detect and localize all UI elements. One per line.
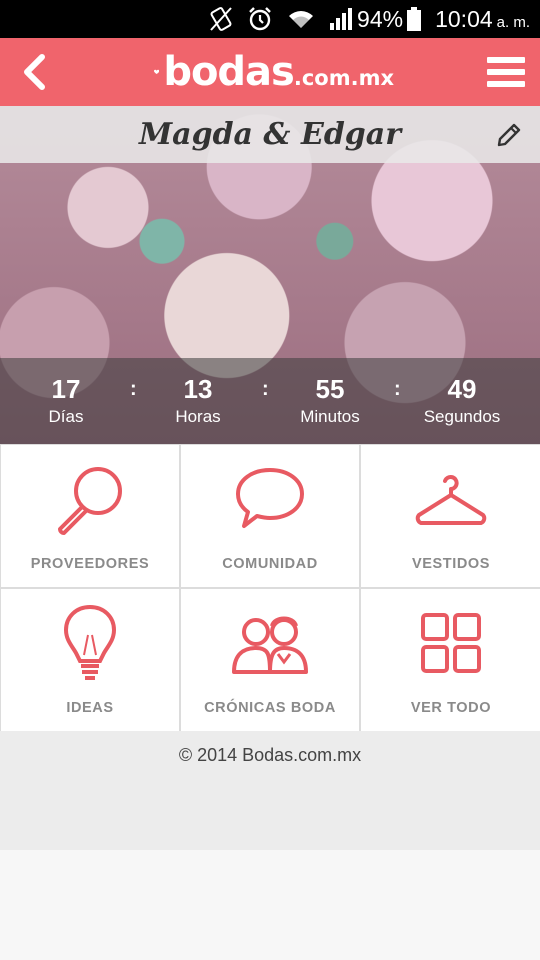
battery-icon — [407, 7, 422, 31]
chevron-left-icon — [24, 54, 45, 90]
tile-label: CRÓNICAS BODA — [204, 700, 336, 716]
wifi-icon — [287, 8, 315, 30]
lightbulb-icon — [45, 603, 135, 683]
hero-photo: Magda & Edgar 17 Días : 13 Horas : 55 Mi… — [0, 106, 540, 444]
brand-logo[interactable]: bodas .com.mx — [154, 42, 394, 102]
countdown-days: 17 Días — [0, 373, 132, 429]
section-grid: PROVEEDORES COMUNIDAD VESTIDOS IDEAS CRÓ… — [0, 444, 540, 731]
couple-name: Magda & Edgar — [138, 117, 402, 152]
heart-logo-icon — [154, 69, 160, 75]
tile-cronicas-boda[interactable]: CRÓNICAS BODA — [181, 589, 359, 731]
tile-label: VER TODO — [410, 700, 492, 716]
countdown-label: Días — [48, 407, 84, 426]
edit-button[interactable] — [492, 118, 526, 152]
logo-suffix: .com.mx — [293, 66, 394, 90]
tile-proveedores[interactable]: PROVEEDORES — [1, 445, 179, 587]
blank-area — [0, 850, 540, 960]
tile-ideas[interactable]: IDEAS — [1, 589, 179, 731]
countdown-value: 17 — [51, 374, 81, 404]
menu-button[interactable] — [480, 46, 532, 98]
tile-label: COMUNIDAD — [222, 556, 318, 572]
countdown-value: 13 — [183, 374, 213, 404]
status-bar: 94% 10:04 a. m. — [0, 0, 540, 38]
pencil-icon — [497, 123, 521, 147]
magnifier-icon — [45, 459, 135, 539]
footer: © 2014 Bodas.com.mx — [0, 731, 540, 850]
clock-ampm: a. m. — [496, 13, 530, 31]
app-header: bodas .com.mx — [0, 38, 540, 106]
vibrate-icon — [209, 6, 233, 32]
countdown-label: Horas — [175, 407, 221, 426]
countdown-minutes: 55 Minutos — [264, 373, 396, 429]
back-button[interactable] — [8, 46, 60, 98]
countdown-label: Segundos — [423, 407, 501, 426]
logo-word: bodas — [163, 49, 295, 95]
battery-percent: 94% — [357, 5, 404, 32]
tile-comunidad[interactable]: COMUNIDAD — [181, 445, 359, 587]
signal-icon — [329, 8, 353, 30]
hanger-icon — [406, 459, 496, 539]
app-screen: 94% 10:04 a. m. bodas .com.mx Magda & Ed… — [0, 0, 540, 960]
hamburger-menu-icon — [487, 57, 525, 87]
tile-ver-todo[interactable]: VER TODO — [361, 589, 540, 731]
clock-time: 10:04 — [435, 5, 493, 32]
tile-vestidos[interactable]: VESTIDOS — [361, 445, 540, 587]
couple-name-bar: Magda & Edgar — [0, 106, 540, 163]
tile-label: PROVEEDORES — [30, 556, 150, 572]
tile-label: IDEAS — [66, 700, 114, 716]
countdown-label: Minutos — [300, 407, 360, 426]
speech-bubble-icon — [225, 459, 315, 539]
grid-icon — [406, 603, 496, 683]
countdown-seconds: 49 Segundos — [396, 373, 528, 429]
countdown-value: 55 — [315, 374, 345, 404]
alarm-icon — [247, 6, 273, 32]
countdown-value: 49 — [447, 374, 477, 404]
wedding-countdown: 17 Días : 13 Horas : 55 Minutos : 49 Seg… — [0, 358, 540, 444]
copyright-text: © 2014 Bodas.com.mx — [178, 745, 362, 765]
tile-label: VESTIDOS — [411, 556, 491, 572]
couple-icon — [225, 603, 315, 683]
countdown-hours: 13 Horas — [132, 373, 264, 429]
